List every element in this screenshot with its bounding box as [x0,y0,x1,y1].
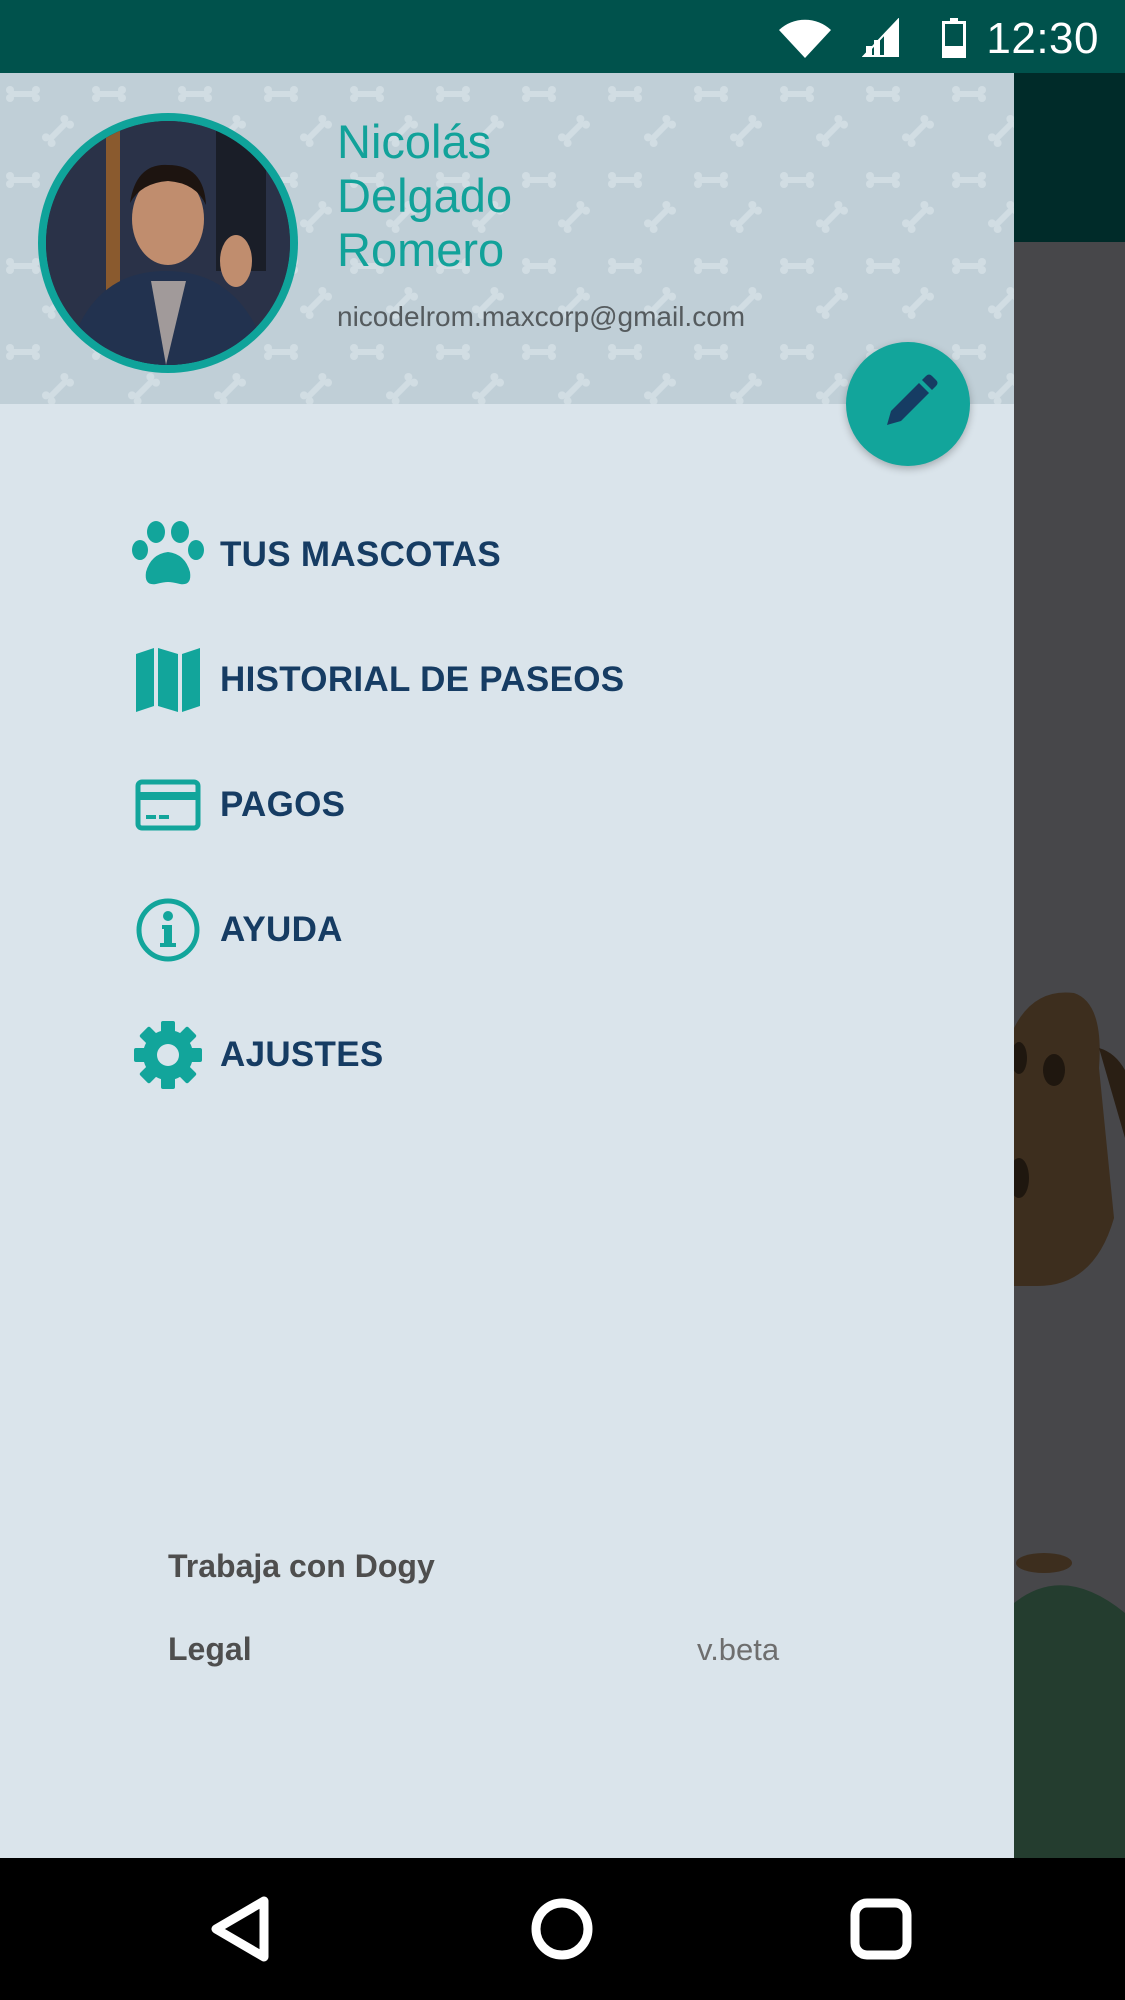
status-bar: 12:30 [0,0,1125,73]
credit-card-icon [130,767,206,843]
background-app[interactable] [1014,73,1125,1858]
map-icon [130,642,206,718]
user-first-name: Nicolás [337,115,492,168]
user-last-name: Romero [337,223,505,276]
background-app-bar [1014,73,1125,242]
menu-item-historial-de-paseos[interactable]: HISTORIAL DE PASEOS [130,635,830,725]
menu-label-tus-mascotas: TUS MASCOTAS [220,535,502,574]
menu-label-historial-de-paseos: HISTORIAL DE PASEOS [220,660,625,699]
menu-label-ajustes: AJUSTES [220,1035,384,1074]
home-button[interactable] [492,1858,632,2000]
edit-profile-button[interactable] [846,342,970,466]
gear-icon [130,1017,206,1093]
app-version: v.beta [697,1632,780,1667]
menu-item-tus-mascotas[interactable]: TUS MASCOTAS [130,510,830,600]
menu-label-ayuda: AYUDA [220,910,343,949]
menu-item-ayuda[interactable]: AYUDA [130,885,830,975]
system-nav-bar [0,1858,1125,2000]
user-name: Nicolás Delgado Romero [337,115,757,277]
info-icon [130,892,206,968]
drawer-header: Nicolás Delgado Romero nicodelrom.maxcor… [0,73,1014,404]
recents-button[interactable] [811,1858,951,2000]
profile-photo [46,121,290,365]
signal-icon [862,18,899,57]
home-icon [531,1898,593,1960]
menu-label-pagos: PAGOS [220,785,346,824]
back-icon [211,1896,269,1962]
battery-icon [942,18,966,58]
hill-illustration [1014,1553,1125,1858]
recents-icon [850,1898,912,1960]
menu-item-pagos[interactable]: PAGOS [130,760,830,850]
work-with-us-link[interactable]: Trabaja con Dogy [168,1548,435,1585]
avatar[interactable] [38,113,298,373]
navigation-drawer: Nicolás Delgado Romero nicodelrom.maxcor… [0,73,1014,1858]
legal-link[interactable]: Legal [168,1631,252,1668]
dog-illustration [1014,992,1125,1287]
pencil-icon [887,374,938,425]
user-email: nicodelrom.maxcorp@gmail.com [337,301,746,332]
paw-icon [130,517,206,593]
back-button[interactable] [172,1858,312,2000]
user-middle-name: Delgado [337,169,513,222]
menu-item-ajustes[interactable]: AJUSTES [130,1010,830,1100]
status-time: 12:30 [986,14,1099,63]
wifi-icon [779,19,831,58]
